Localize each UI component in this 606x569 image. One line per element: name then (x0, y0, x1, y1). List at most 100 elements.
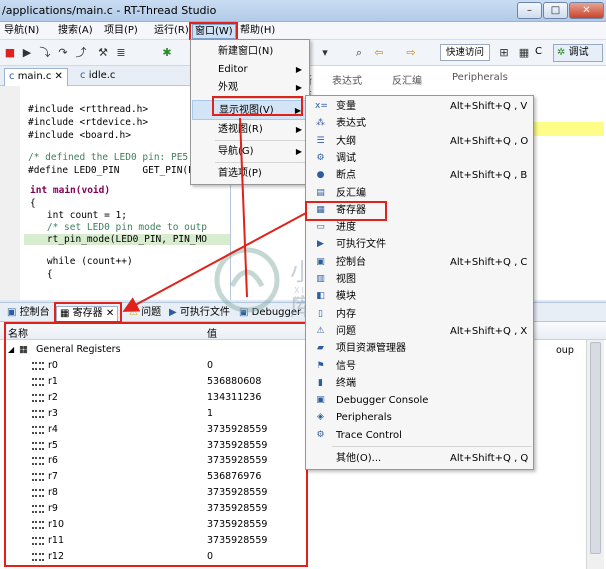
show-view-item[interactable]: ▣ Debugger Console (307, 392, 533, 409)
register-value[interactable]: 3735928559 (207, 533, 267, 549)
register-value[interactable]: 0 (207, 549, 213, 565)
show-view-item[interactable]: ◧ 模块 (307, 288, 533, 305)
menu-search[interactable]: 搜索(A) (56, 24, 95, 39)
close-tab-icon[interactable]: ✕ (106, 308, 114, 319)
close-tab-icon[interactable]: ✕ (55, 71, 63, 82)
register-row[interactable]: r11 3735928559 (0, 533, 586, 549)
register-row[interactable]: r8 3735928559 (0, 485, 586, 501)
show-view-item[interactable]: ▭ 进度 (307, 219, 533, 236)
menu-appearance[interactable]: 外观 ▶ (192, 78, 308, 98)
step-into-icon[interactable]: ⤵ (38, 46, 52, 60)
register-value[interactable]: 3735928559 (207, 501, 267, 517)
col-value[interactable]: 值 (207, 325, 217, 340)
menu-preferences[interactable]: 首选项(P) (192, 164, 308, 184)
vertical-scrollbar[interactable] (586, 340, 604, 569)
register-value[interactable]: 3735928559 (207, 438, 267, 454)
register-icon (32, 473, 44, 482)
show-view-item[interactable]: ▤ 反汇编 (307, 185, 533, 202)
menu-navigate[interactable]: 导航(N) (2, 24, 41, 39)
maximize-button[interactable]: □ (543, 2, 568, 19)
show-view-item[interactable]: ◈ Peripherals (307, 409, 533, 426)
register-value[interactable]: 3735928559 (207, 422, 267, 438)
show-view-item[interactable]: ▦ 寄存器 (307, 202, 533, 219)
tab-idle-c[interactable]: c idle.c (76, 68, 119, 86)
register-value[interactable]: 3735928559 (207, 453, 267, 469)
menu-perspective[interactable]: 透视图(R) ▶ (192, 120, 308, 140)
tab-executables[interactable]: ▶ 可执行文件 (166, 306, 233, 322)
clean-icon[interactable]: ≣ (114, 46, 128, 60)
menu-help[interactable]: 帮助(H) (238, 24, 277, 39)
register-row[interactable]: r12 0 (0, 549, 586, 565)
show-view-item[interactable]: ▥ 视图 (307, 271, 533, 288)
stop-icon[interactable]: ■ (3, 46, 17, 60)
show-view-item[interactable]: ⁂ 表达式 (307, 115, 533, 132)
tab-main-c[interactable]: c main.c ✕ (4, 68, 68, 86)
tab-console[interactable]: ▣ 控制台 (4, 306, 53, 322)
register-row[interactable]: r9 3735928559 (0, 501, 586, 517)
problems-icon: ⚠ (129, 307, 142, 318)
register-value[interactable]: 134311236 (207, 390, 261, 406)
tab-expressions[interactable]: 表达式 (332, 72, 376, 87)
search-tb-icon[interactable]: ⌕ (352, 46, 366, 60)
show-view-item[interactable]: ▯ 内存 (307, 306, 533, 323)
register-icon (32, 536, 44, 545)
register-row[interactable]: r10 3735928559 (0, 517, 586, 533)
menu-new-window[interactable]: 新建窗口(N) (192, 42, 308, 62)
show-view-item[interactable]: ▣ 控制台 Alt+Shift+Q , C (307, 254, 533, 271)
back-icon[interactable]: ⇦ (372, 46, 386, 60)
tab-disassembly[interactable]: 反汇编 (392, 72, 436, 87)
register-row[interactable]: r7 536876976 (0, 469, 586, 485)
show-view-item[interactable]: ⚑ 信号 (307, 358, 533, 375)
tab-debugger-console[interactable]: ▣ Debugger C (236, 306, 314, 322)
step-return-icon[interactable]: ⤴ (74, 46, 88, 60)
show-view-item[interactable]: x= 变量 Alt+Shift+Q , V (307, 98, 533, 115)
show-view-item[interactable]: ⚠ 问题 Alt+Shift+Q , X (307, 323, 533, 340)
register-value[interactable]: 1 (207, 406, 213, 422)
show-view-submenu: x= 变量 Alt+Shift+Q , V ⁂ 表达式 ☰ 大纲 Alt+Shift+Q , … (305, 95, 534, 470)
register-icon (32, 521, 44, 529)
menu-separator (332, 446, 532, 447)
show-view-item[interactable]: ● 断点 Alt+Shift+Q , B (307, 167, 533, 184)
menu-editor[interactable]: Editor ▶ (192, 60, 308, 80)
show-view-item[interactable]: ☰ 大纲 Alt+Shift+Q , O (307, 133, 533, 150)
step-over-icon[interactable]: ↷ (56, 46, 70, 60)
show-view-item[interactable]: ▶ 可执行文件 (307, 236, 533, 253)
minimize-button[interactable]: – (517, 2, 542, 19)
menu-run[interactable]: 运行(R) (152, 24, 191, 39)
dropdown-icon[interactable]: ▾ (318, 46, 332, 60)
register-value[interactable]: 0 (207, 358, 213, 374)
show-view-item[interactable]: ▮ 终端 (307, 375, 533, 392)
close-button[interactable]: ✕ (569, 2, 604, 19)
show-view-item[interactable]: ⚙ 调试 (307, 150, 533, 167)
quick-access-field[interactable]: 快速访问 (440, 44, 490, 61)
debug-run-icon[interactable]: ✱ (160, 46, 174, 60)
register-value[interactable]: 536876976 (207, 469, 261, 485)
c-perspective-icon[interactable]: ▦ (517, 46, 531, 60)
tab-registers[interactable]: ▦ 寄存器 ✕ (56, 306, 119, 322)
show-view-item-label: 控制台 (336, 256, 366, 268)
menu-project[interactable]: 项目(P) (102, 24, 140, 39)
resume-icon[interactable]: ▶ (20, 46, 34, 60)
window-title: /applications/main.c - RT-Thread Studio (2, 4, 217, 17)
build-icon[interactable]: ⚒ (96, 46, 110, 60)
c-perspective-label[interactable]: C (535, 46, 542, 57)
forward-icon[interactable]: ⇨ (404, 46, 418, 60)
show-view-item[interactable]: ▰ 项目资源管理器 (307, 340, 533, 357)
col-name[interactable]: 名称 (8, 325, 28, 340)
show-view-item[interactable]: 其他(O)... Alt+Shift+Q , Q (307, 450, 533, 467)
debug-perspective-button[interactable]: ✲ 调试 (553, 44, 603, 62)
register-value[interactable]: 3735928559 (207, 517, 267, 533)
register-value[interactable]: 536880608 (207, 374, 261, 390)
menu-window[interactable]: 窗口(W) (192, 24, 236, 39)
menu-separator (215, 162, 307, 163)
register-icon (32, 489, 44, 498)
show-view-item[interactable]: ⚙ Trace Control (307, 427, 533, 444)
tab-problems[interactable]: ⚠ 问题 (126, 306, 164, 322)
menu-show-view[interactable]: 显示视图(V) ▶ (192, 100, 308, 120)
expand-arrow-icon[interactable]: ◢ (8, 342, 14, 358)
open-perspective-icon[interactable]: ⊞ (497, 46, 511, 60)
menu-navigation[interactable]: 导航(G) ▶ (192, 142, 308, 162)
scrollbar-thumb[interactable] (590, 342, 601, 554)
tab-peripherals[interactable]: Peripherals (452, 72, 522, 83)
register-value[interactable]: 3735928559 (207, 485, 267, 501)
